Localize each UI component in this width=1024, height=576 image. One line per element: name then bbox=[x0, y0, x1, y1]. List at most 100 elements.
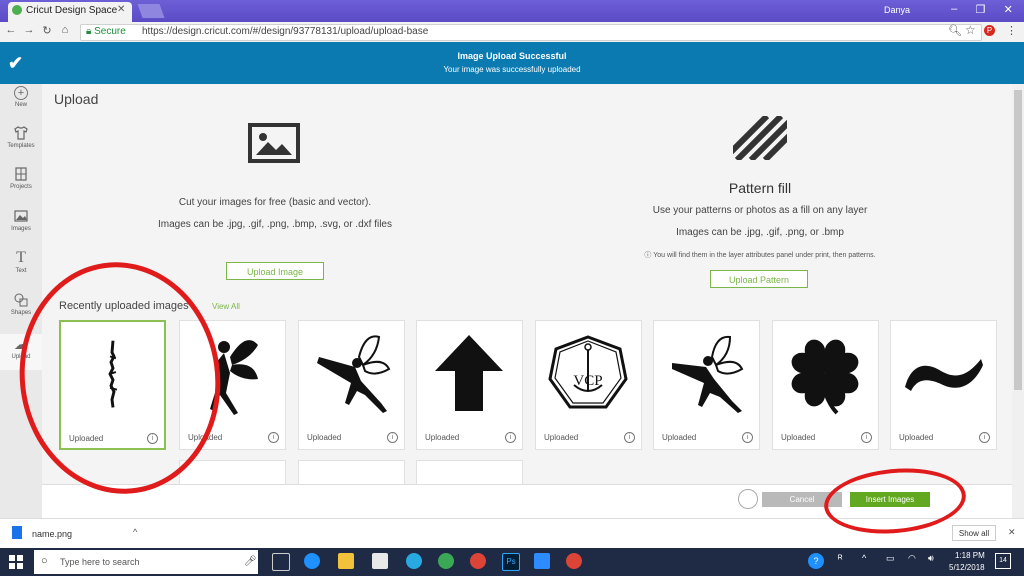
secure-label: Secure bbox=[94, 26, 126, 37]
notification-center-icon[interactable]: 14 bbox=[995, 553, 1011, 569]
sidebar-item-new[interactable]: + New bbox=[0, 86, 42, 108]
upload-success-banner bbox=[0, 42, 1024, 84]
card-caption: Uploaded bbox=[662, 433, 697, 442]
page-title: Upload bbox=[54, 91, 99, 107]
clover-thumbnail bbox=[791, 339, 859, 415]
file-icon bbox=[12, 526, 22, 539]
zoom-icon[interactable]: 🔍︎ bbox=[948, 24, 962, 37]
network-icon[interactable]: ▭ bbox=[886, 553, 895, 564]
card-caption: Uploaded bbox=[307, 433, 342, 442]
upload-description: Cut your images for free (basic and vect… bbox=[178, 197, 372, 208]
volume-icon[interactable]: 🔊︎ bbox=[928, 553, 934, 564]
app-icon[interactable] bbox=[406, 553, 422, 569]
banner-message: Your image was successfully uploaded bbox=[443, 65, 581, 74]
forward-icon[interactable]: → bbox=[22, 24, 36, 36]
show-all-button[interactable]: Show all bbox=[952, 525, 996, 541]
photoshop-icon[interactable]: Ps bbox=[502, 553, 520, 571]
pinterest-icon[interactable]: P bbox=[984, 25, 995, 36]
image-card[interactable]: VCP Uploaded i bbox=[535, 320, 642, 450]
chevron-up-icon[interactable]: ^ bbox=[862, 553, 866, 563]
browser-user-name[interactable]: Danya bbox=[884, 5, 910, 15]
tab-close-icon[interactable]: ✕ bbox=[117, 4, 125, 15]
chrome-icon[interactable] bbox=[566, 553, 582, 569]
back-icon[interactable]: ← bbox=[4, 24, 18, 36]
card-caption: Uploaded bbox=[899, 433, 934, 442]
plus-icon: + bbox=[14, 86, 28, 100]
people-icon[interactable]: ᴿ bbox=[838, 554, 843, 565]
edge-icon[interactable] bbox=[304, 553, 320, 569]
image-card[interactable]: Uploaded i bbox=[416, 320, 523, 450]
close-icon[interactable]: ✕ bbox=[1008, 527, 1016, 538]
task-view-icon[interactable] bbox=[272, 553, 290, 571]
search-placeholder: Type here to search bbox=[60, 557, 140, 567]
info-icon: ⓘ bbox=[644, 252, 652, 259]
image-card[interactable]: Uploaded i bbox=[890, 320, 997, 450]
card-caption: Uploaded bbox=[425, 433, 460, 442]
pattern-fill-icon bbox=[733, 116, 787, 160]
maximize-icon[interactable]: ❐ bbox=[976, 3, 986, 19]
bookmark-star-icon[interactable]: ☆ bbox=[965, 23, 976, 37]
view-all-link[interactable]: View All bbox=[212, 302, 240, 311]
clock-time[interactable]: 1:18 PM bbox=[955, 551, 985, 560]
help-icon[interactable]: ? bbox=[808, 553, 824, 569]
clock-date[interactable]: 5/12/2018 bbox=[949, 563, 985, 572]
browser-menu-icon[interactable]: ⋮ bbox=[1006, 24, 1017, 37]
chevron-up-icon[interactable]: ^ bbox=[133, 527, 137, 537]
projects-icon bbox=[13, 166, 29, 182]
pattern-fill-title: Pattern fill bbox=[728, 180, 792, 196]
close-window-icon[interactable]: ✕ bbox=[1004, 3, 1013, 19]
windows-start-icon[interactable] bbox=[9, 555, 23, 569]
svg-text:VCP: VCP bbox=[573, 373, 602, 389]
card-caption: Uploaded bbox=[544, 433, 579, 442]
sidebar-item-projects[interactable]: Projects bbox=[0, 166, 42, 190]
image-card[interactable]: Uploaded i bbox=[772, 320, 879, 450]
image-card[interactable]: Uploaded i bbox=[298, 320, 405, 450]
notification-count: 14 bbox=[999, 557, 1007, 564]
upload-pattern-button[interactable]: Upload Pattern bbox=[710, 270, 808, 288]
chrome-icon[interactable] bbox=[470, 553, 486, 569]
home-icon[interactable]: ⌂ bbox=[58, 24, 72, 36]
selected-image-preview bbox=[738, 489, 758, 509]
file-explorer-icon[interactable] bbox=[338, 553, 354, 569]
fairy-thumbnail bbox=[672, 335, 744, 413]
pattern-description: Use your patterns or photos as a fill on… bbox=[652, 205, 868, 216]
wifi-icon[interactable]: ◠ bbox=[908, 553, 916, 564]
shirt-icon bbox=[13, 125, 29, 141]
pattern-formats: Images can be .jpg, .gif, .png, or .bmp bbox=[676, 227, 844, 238]
info-icon[interactable]: i bbox=[979, 432, 990, 443]
info-icon[interactable]: i bbox=[268, 432, 279, 443]
info-icon[interactable]: i bbox=[742, 432, 753, 443]
arrow-thumbnail bbox=[435, 335, 503, 411]
store-icon[interactable] bbox=[372, 553, 388, 569]
app-icon[interactable] bbox=[534, 553, 550, 569]
info-icon[interactable]: i bbox=[624, 432, 635, 443]
upload-image-button[interactable]: Upload Image bbox=[226, 262, 324, 280]
fairy-thumbnail bbox=[317, 335, 391, 413]
sidebar-item-images[interactable]: Images bbox=[0, 208, 42, 232]
shapes-icon bbox=[13, 292, 29, 308]
info-icon[interactable]: i bbox=[861, 432, 872, 443]
images-icon bbox=[13, 208, 29, 224]
download-file-name[interactable]: name.png bbox=[32, 529, 72, 539]
image-upload-icon bbox=[248, 123, 300, 163]
upload-formats: Images can be .jpg, .gif, .png, .bmp, .s… bbox=[157, 219, 392, 230]
pattern-note: ⓘ You will find them in the layer attrib… bbox=[600, 250, 920, 260]
tab-title: Cricut Design Space bbox=[26, 5, 118, 16]
cricut-app-icon[interactable] bbox=[438, 553, 454, 569]
card-caption: Uploaded bbox=[781, 433, 816, 442]
banner-title: Image Upload Successful bbox=[457, 51, 567, 61]
new-tab-button[interactable] bbox=[137, 4, 165, 18]
search-icon: ○ bbox=[41, 555, 48, 567]
image-card[interactable]: Uploaded i bbox=[653, 320, 760, 450]
scrollbar-thumb[interactable] bbox=[1014, 90, 1022, 390]
microphone-icon[interactable]: 🎤︎ bbox=[244, 556, 257, 567]
info-icon[interactable]: i bbox=[505, 432, 516, 443]
pattern-note-text: You will find them in the layer attribut… bbox=[653, 252, 876, 259]
secure-indicator[interactable]: 🔒︎ Secure bbox=[86, 26, 126, 37]
info-icon[interactable]: i bbox=[387, 432, 398, 443]
reload-icon[interactable]: ↻ bbox=[40, 24, 54, 37]
cricut-favicon-icon bbox=[12, 5, 22, 15]
minimize-icon[interactable]: – bbox=[951, 3, 957, 19]
sidebar-item-text[interactable]: T Text bbox=[0, 250, 42, 275]
sidebar-item-templates[interactable]: Templates bbox=[0, 125, 42, 149]
